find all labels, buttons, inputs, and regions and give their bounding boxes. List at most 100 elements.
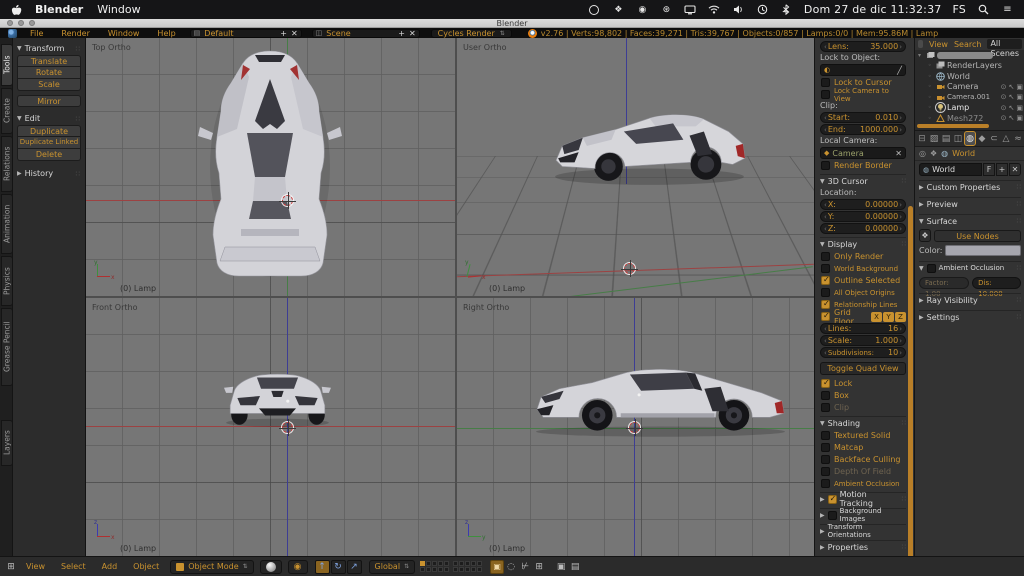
tab-grease-pencil[interactable]: Grease Pencil: [1, 308, 13, 386]
properties-editor-type-icon[interactable]: ⊟: [917, 132, 927, 145]
cursor-z-slider[interactable]: ‹ Z: 0.00000 ›: [820, 223, 906, 234]
editor-type-selector-icon[interactable]: ⊞: [4, 560, 18, 574]
tab-tools[interactable]: Tools: [1, 44, 13, 86]
increment-arrow-icon[interactable]: ›: [898, 201, 903, 209]
history-panel-header[interactable]: ▶ History ∷: [17, 167, 81, 180]
outliner-item-camera001[interactable]: ◦ Camera.001 ⊙ ↖ ▣: [915, 92, 1024, 103]
npanel-scrollbar[interactable]: [908, 206, 913, 556]
transform-orientations-panel-header[interactable]: ▶ Transform Orientations: [820, 524, 906, 537]
backface-culling-option[interactable]: Backface Culling: [820, 454, 906, 465]
background-images-panel-header[interactable]: ▶ Background Images: [820, 508, 906, 521]
axis-y-toggle[interactable]: Y: [883, 312, 894, 322]
panel-drag-dots[interactable]: ∷: [902, 419, 906, 427]
ambient-occlusion-option[interactable]: Ambient Occlusion: [820, 478, 906, 489]
visibility-eye-icon[interactable]: ⊙: [1001, 114, 1007, 122]
3d-cursor[interactable]: [282, 195, 293, 206]
bluetooth-icon[interactable]: [780, 3, 793, 16]
eyedropper-icon[interactable]: ╱: [897, 66, 902, 75]
tab-relations[interactable]: Relations: [1, 136, 13, 192]
renderability-camera-icon[interactable]: ▣: [1016, 114, 1023, 122]
add-layout-button[interactable]: +: [280, 29, 287, 38]
viewport-shading-dropdown[interactable]: [260, 560, 282, 574]
matcap-option[interactable]: Matcap: [820, 442, 906, 453]
spotlight-icon[interactable]: [977, 3, 990, 16]
tab-object[interactable]: ◆: [977, 132, 987, 145]
lens-slider[interactable]: ‹ Lens: 35.000 ›: [820, 41, 906, 52]
add-world-button[interactable]: +: [996, 163, 1008, 176]
dnd-status-icon[interactable]: [588, 3, 601, 16]
visibility-eye-icon[interactable]: ⊙: [1001, 93, 1007, 101]
renderability-camera-icon[interactable]: ▣: [1016, 93, 1023, 101]
pivot-point-dropdown[interactable]: ◉: [288, 560, 308, 574]
properties-panel-header[interactable]: ▶ Properties ∷: [820, 540, 906, 553]
panel-drag-dots[interactable]: ∷: [902, 543, 906, 551]
panel-drag-dots[interactable]: ∷: [76, 45, 81, 53]
screen-layout-selector[interactable]: ▤ Default + ✕: [190, 29, 302, 38]
increment-arrow-icon[interactable]: ›: [898, 325, 903, 333]
outliner-item-camera[interactable]: ◦ Camera ⊙ ↖ ▣: [915, 82, 1024, 93]
panel-drag-dots[interactable]: ∷: [1017, 217, 1021, 225]
car-model-front-view[interactable]: [224, 364, 332, 428]
outliner-display-mode-dropdown[interactable]: All Scenes: [987, 39, 1022, 49]
translate-manipulator-button[interactable]: ↑: [315, 560, 330, 574]
clip-start-slider[interactable]: ‹ Start: 0.010 ›: [820, 112, 906, 123]
world-color-swatch[interactable]: [945, 245, 1021, 256]
axis-z-toggle[interactable]: Z: [895, 312, 906, 322]
layers-widget-group-2[interactable]: [453, 561, 482, 572]
world-name-field[interactable]: ◍ World: [919, 163, 982, 176]
depth-of-field-option[interactable]: Depth Of Field: [820, 466, 906, 477]
clip-end-slider[interactable]: ‹ End: 1000.000 ›: [820, 124, 906, 135]
outliner-view-menu[interactable]: View: [929, 40, 948, 49]
window-titlebar[interactable]: Blender: [0, 19, 1024, 28]
scale-manipulator-button[interactable]: ↗: [347, 560, 362, 574]
unlink-world-button[interactable]: ✕: [1009, 163, 1021, 176]
increment-arrow-icon[interactable]: ›: [898, 43, 903, 51]
expand-icon[interactable]: ◦: [928, 104, 934, 111]
selectability-cursor-icon[interactable]: ↖: [1009, 93, 1015, 101]
increment-arrow-icon[interactable]: ›: [898, 213, 903, 221]
expand-icon[interactable]: ◦: [928, 94, 934, 101]
transform-orientation-dropdown[interactable]: Global ⇅: [369, 560, 416, 574]
app-status-icon-3[interactable]: ⊛: [660, 3, 673, 16]
car-model-side-view[interactable]: [533, 364, 788, 438]
outliner-search-menu[interactable]: Search: [954, 40, 981, 49]
3d-cursor[interactable]: [282, 422, 293, 433]
axis-x-toggle[interactable]: X: [871, 312, 882, 322]
tab-physics[interactable]: ≈: [1013, 132, 1023, 145]
panel-drag-dots[interactable]: ∷: [902, 177, 906, 185]
renderability-camera-icon[interactable]: ▣: [1016, 104, 1023, 112]
duplicate-linked-button[interactable]: Duplicate Linked: [17, 137, 81, 149]
increment-arrow-icon[interactable]: ›: [898, 337, 903, 345]
only-render-option[interactable]: Only Render: [820, 251, 906, 262]
delete-button[interactable]: Delete: [17, 149, 81, 161]
translate-button[interactable]: Translate: [17, 55, 81, 67]
ray-visibility-panel-header[interactable]: ▶ Ray Visibility ∷: [919, 293, 1021, 306]
tab-constraints[interactable]: ⊂: [989, 132, 999, 145]
interaction-mode-dropdown[interactable]: Object Mode ⇅: [170, 560, 253, 574]
panel-drag-dots[interactable]: ∷: [902, 495, 906, 503]
outliner-editor-type-icon[interactable]: [918, 40, 923, 48]
tab-scene[interactable]: ◫: [953, 132, 963, 145]
world-background-option[interactable]: World Background: [820, 263, 906, 274]
tab-create[interactable]: Create: [1, 88, 13, 134]
display-icon[interactable]: [684, 3, 697, 16]
renderability-camera-icon[interactable]: ▣: [1016, 83, 1023, 91]
viewport-front-ortho[interactable]: Front Ortho (0) Lamp zx: [86, 298, 455, 556]
tab-render[interactable]: ▨: [929, 132, 939, 145]
panel-drag-dots[interactable]: ∷: [76, 170, 81, 178]
delete-layout-button[interactable]: ✕: [291, 29, 298, 38]
increment-arrow-icon[interactable]: ›: [898, 225, 903, 233]
layers-widget-group-1[interactable]: [420, 561, 449, 572]
mirror-button[interactable]: Mirror: [17, 95, 81, 107]
visibility-eye-icon[interactable]: ⊙: [1001, 104, 1007, 112]
panel-drag-dots[interactable]: ∷: [1017, 313, 1021, 321]
display-panel-header[interactable]: ▼ Display ∷: [820, 237, 906, 250]
ao-factor-slider[interactable]: Factor: 1.00: [919, 277, 969, 289]
shading-panel-header[interactable]: ▼ Shading ∷: [820, 416, 906, 429]
expand-icon[interactable]: ◦: [928, 73, 934, 80]
transform-panel-header[interactable]: ▼ Transform ∷: [17, 42, 81, 55]
tab-data[interactable]: △: [1001, 132, 1011, 145]
grid-subdivisions-slider[interactable]: ‹ Subdivisions: 10 ›: [820, 347, 906, 358]
expand-icon[interactable]: ▾: [918, 52, 924, 59]
custom-properties-panel-header[interactable]: ▶ Custom Properties ∷: [919, 180, 1021, 193]
